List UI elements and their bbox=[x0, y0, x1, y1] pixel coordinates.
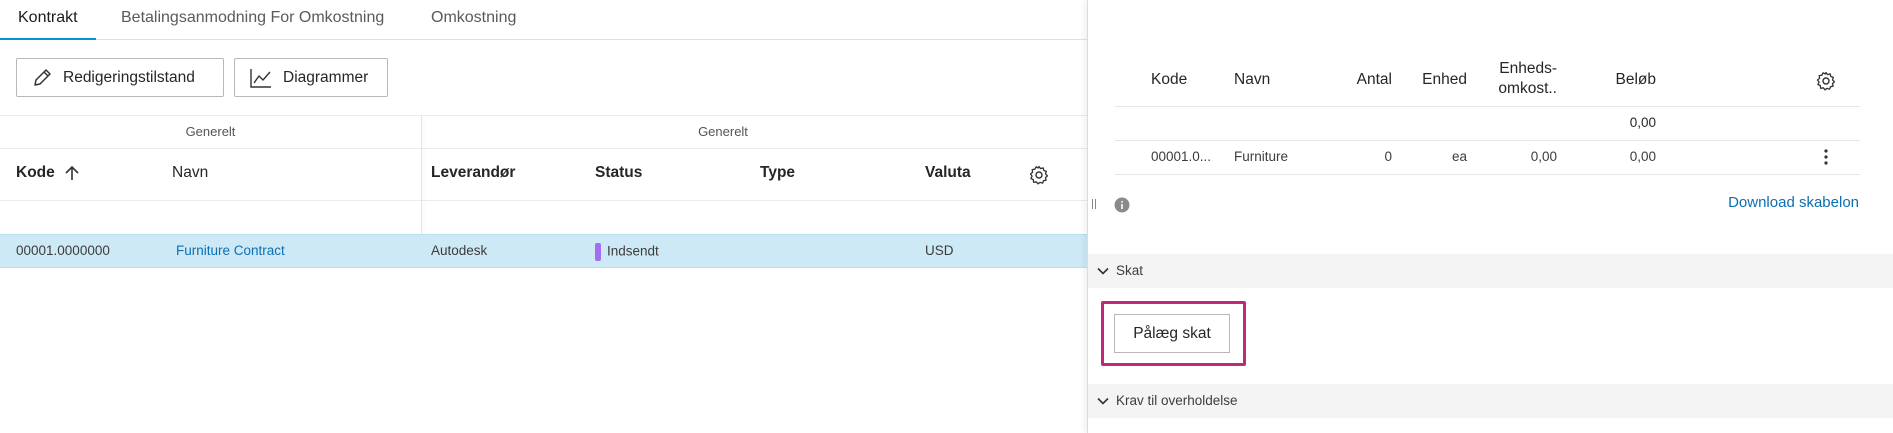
panel-column-quantity[interactable]: Antal bbox=[1352, 71, 1392, 89]
table-row[interactable] bbox=[0, 234, 1087, 268]
column-header-type[interactable]: Type bbox=[760, 164, 795, 182]
panel-total-divider bbox=[1115, 140, 1860, 141]
column-group-general-2: Generelt bbox=[698, 124, 748, 139]
tab-contract[interactable]: Kontrakt bbox=[0, 0, 96, 40]
panel-row-quantity: 0 bbox=[1384, 149, 1392, 164]
compliance-section-title[interactable]: Krav til overholdelse bbox=[1096, 393, 1238, 408]
column-header-name-label: Navn bbox=[172, 164, 209, 181]
panel-column-amount[interactable]: Beløb bbox=[1598, 71, 1657, 89]
column-header-divider bbox=[0, 200, 1087, 201]
column-header-type-label: Type bbox=[760, 164, 796, 181]
pinned-columns-divider bbox=[421, 116, 422, 234]
apply-tax-button[interactable]: Pålæg skat bbox=[1114, 314, 1230, 353]
tax-section-title[interactable]: Skat bbox=[1096, 263, 1143, 278]
panel-column-unit-cost-line1: Enheds- bbox=[1499, 60, 1557, 77]
download-template-link[interactable]: Download skabelon bbox=[1728, 194, 1859, 211]
group-header-divider bbox=[0, 148, 1087, 149]
panel-row-amount: 0,00 bbox=[1629, 149, 1656, 164]
row-currency: USD bbox=[925, 243, 954, 258]
column-header-currency-label: Valuta bbox=[925, 164, 971, 181]
panel-column-name[interactable]: Navn bbox=[1234, 71, 1270, 89]
panel-row-unit: ea bbox=[1451, 149, 1467, 164]
row-status-label: Indsendt bbox=[607, 243, 659, 259]
panel-column-code[interactable]: Kode bbox=[1151, 71, 1187, 89]
line-chart-icon bbox=[250, 68, 271, 88]
panel-column-unit-cost-line2: omkost.. bbox=[1498, 80, 1557, 97]
column-header-supplier[interactable]: Leverandør bbox=[431, 164, 515, 182]
panel-row-name: Furniture bbox=[1234, 149, 1289, 164]
column-header-currency[interactable]: Valuta bbox=[925, 164, 971, 182]
edit-mode-label: Redigeringstilstand bbox=[63, 68, 195, 86]
charts-button[interactable]: Diagrammer bbox=[234, 58, 388, 97]
tax-section-label: Skat bbox=[1116, 263, 1144, 278]
info-icon[interactable] bbox=[1114, 197, 1130, 213]
sort-ascending-icon bbox=[65, 165, 79, 180]
panel-row-unit-cost: 0,00 bbox=[1530, 149, 1557, 164]
tab-cost-payment-request[interactable]: Betalingsanmodning For Omkostning bbox=[121, 0, 384, 40]
panel-header-divider bbox=[1115, 106, 1860, 107]
panel-total-amount: 0,00 bbox=[1629, 115, 1656, 130]
column-header-code-label: Kode bbox=[16, 164, 55, 181]
column-header-name[interactable]: Navn bbox=[172, 164, 208, 182]
row-status: Indsendt bbox=[595, 243, 659, 261]
gear-icon[interactable] bbox=[1816, 71, 1836, 91]
resize-handle-icon[interactable] bbox=[1091, 198, 1097, 210]
panel-row-divider bbox=[1115, 174, 1860, 175]
chevron-down-icon bbox=[1097, 397, 1109, 405]
row-supplier: Autodesk bbox=[431, 243, 488, 258]
chevron-down-icon bbox=[1097, 267, 1109, 275]
pencil-icon bbox=[34, 68, 51, 86]
gear-icon[interactable] bbox=[1029, 165, 1049, 185]
tab-bar: Kontrakt Betalingsanmodning For Omkostni… bbox=[0, 0, 1087, 40]
panel-column-unit-cost[interactable]: Enheds- omkost.. bbox=[1481, 59, 1557, 99]
row-name-link[interactable]: Furniture Contract bbox=[176, 243, 285, 258]
tab-cost[interactable]: Omkostning bbox=[431, 0, 516, 40]
column-header-status-label: Status bbox=[595, 164, 643, 181]
column-header-status[interactable]: Status bbox=[595, 164, 642, 182]
panel-column-unit[interactable]: Enhed bbox=[1422, 71, 1467, 89]
contract-list-pane: Kontrakt Betalingsanmodning For Omkostni… bbox=[0, 0, 1087, 433]
tax-section-header[interactable] bbox=[1088, 254, 1893, 288]
contract-detail-panel: Kode Navn Antal Enhed Enheds- omkost.. B… bbox=[1087, 0, 1893, 433]
charts-label: Diagrammer bbox=[283, 68, 369, 86]
column-group-general-1: Generelt bbox=[185, 124, 236, 139]
compliance-section-label: Krav til overholdelse bbox=[1116, 393, 1238, 408]
row-code: 00001.0000000 bbox=[16, 243, 110, 258]
grid-top-border bbox=[0, 115, 1087, 116]
status-indicator bbox=[595, 243, 601, 261]
more-vertical-icon[interactable] bbox=[1822, 148, 1830, 166]
panel-row-code: 00001.0... bbox=[1151, 149, 1212, 164]
column-header-code[interactable]: Kode bbox=[16, 164, 83, 182]
column-header-supplier-label: Leverandør bbox=[431, 164, 516, 181]
edit-mode-button[interactable]: Redigeringstilstand bbox=[16, 58, 224, 97]
